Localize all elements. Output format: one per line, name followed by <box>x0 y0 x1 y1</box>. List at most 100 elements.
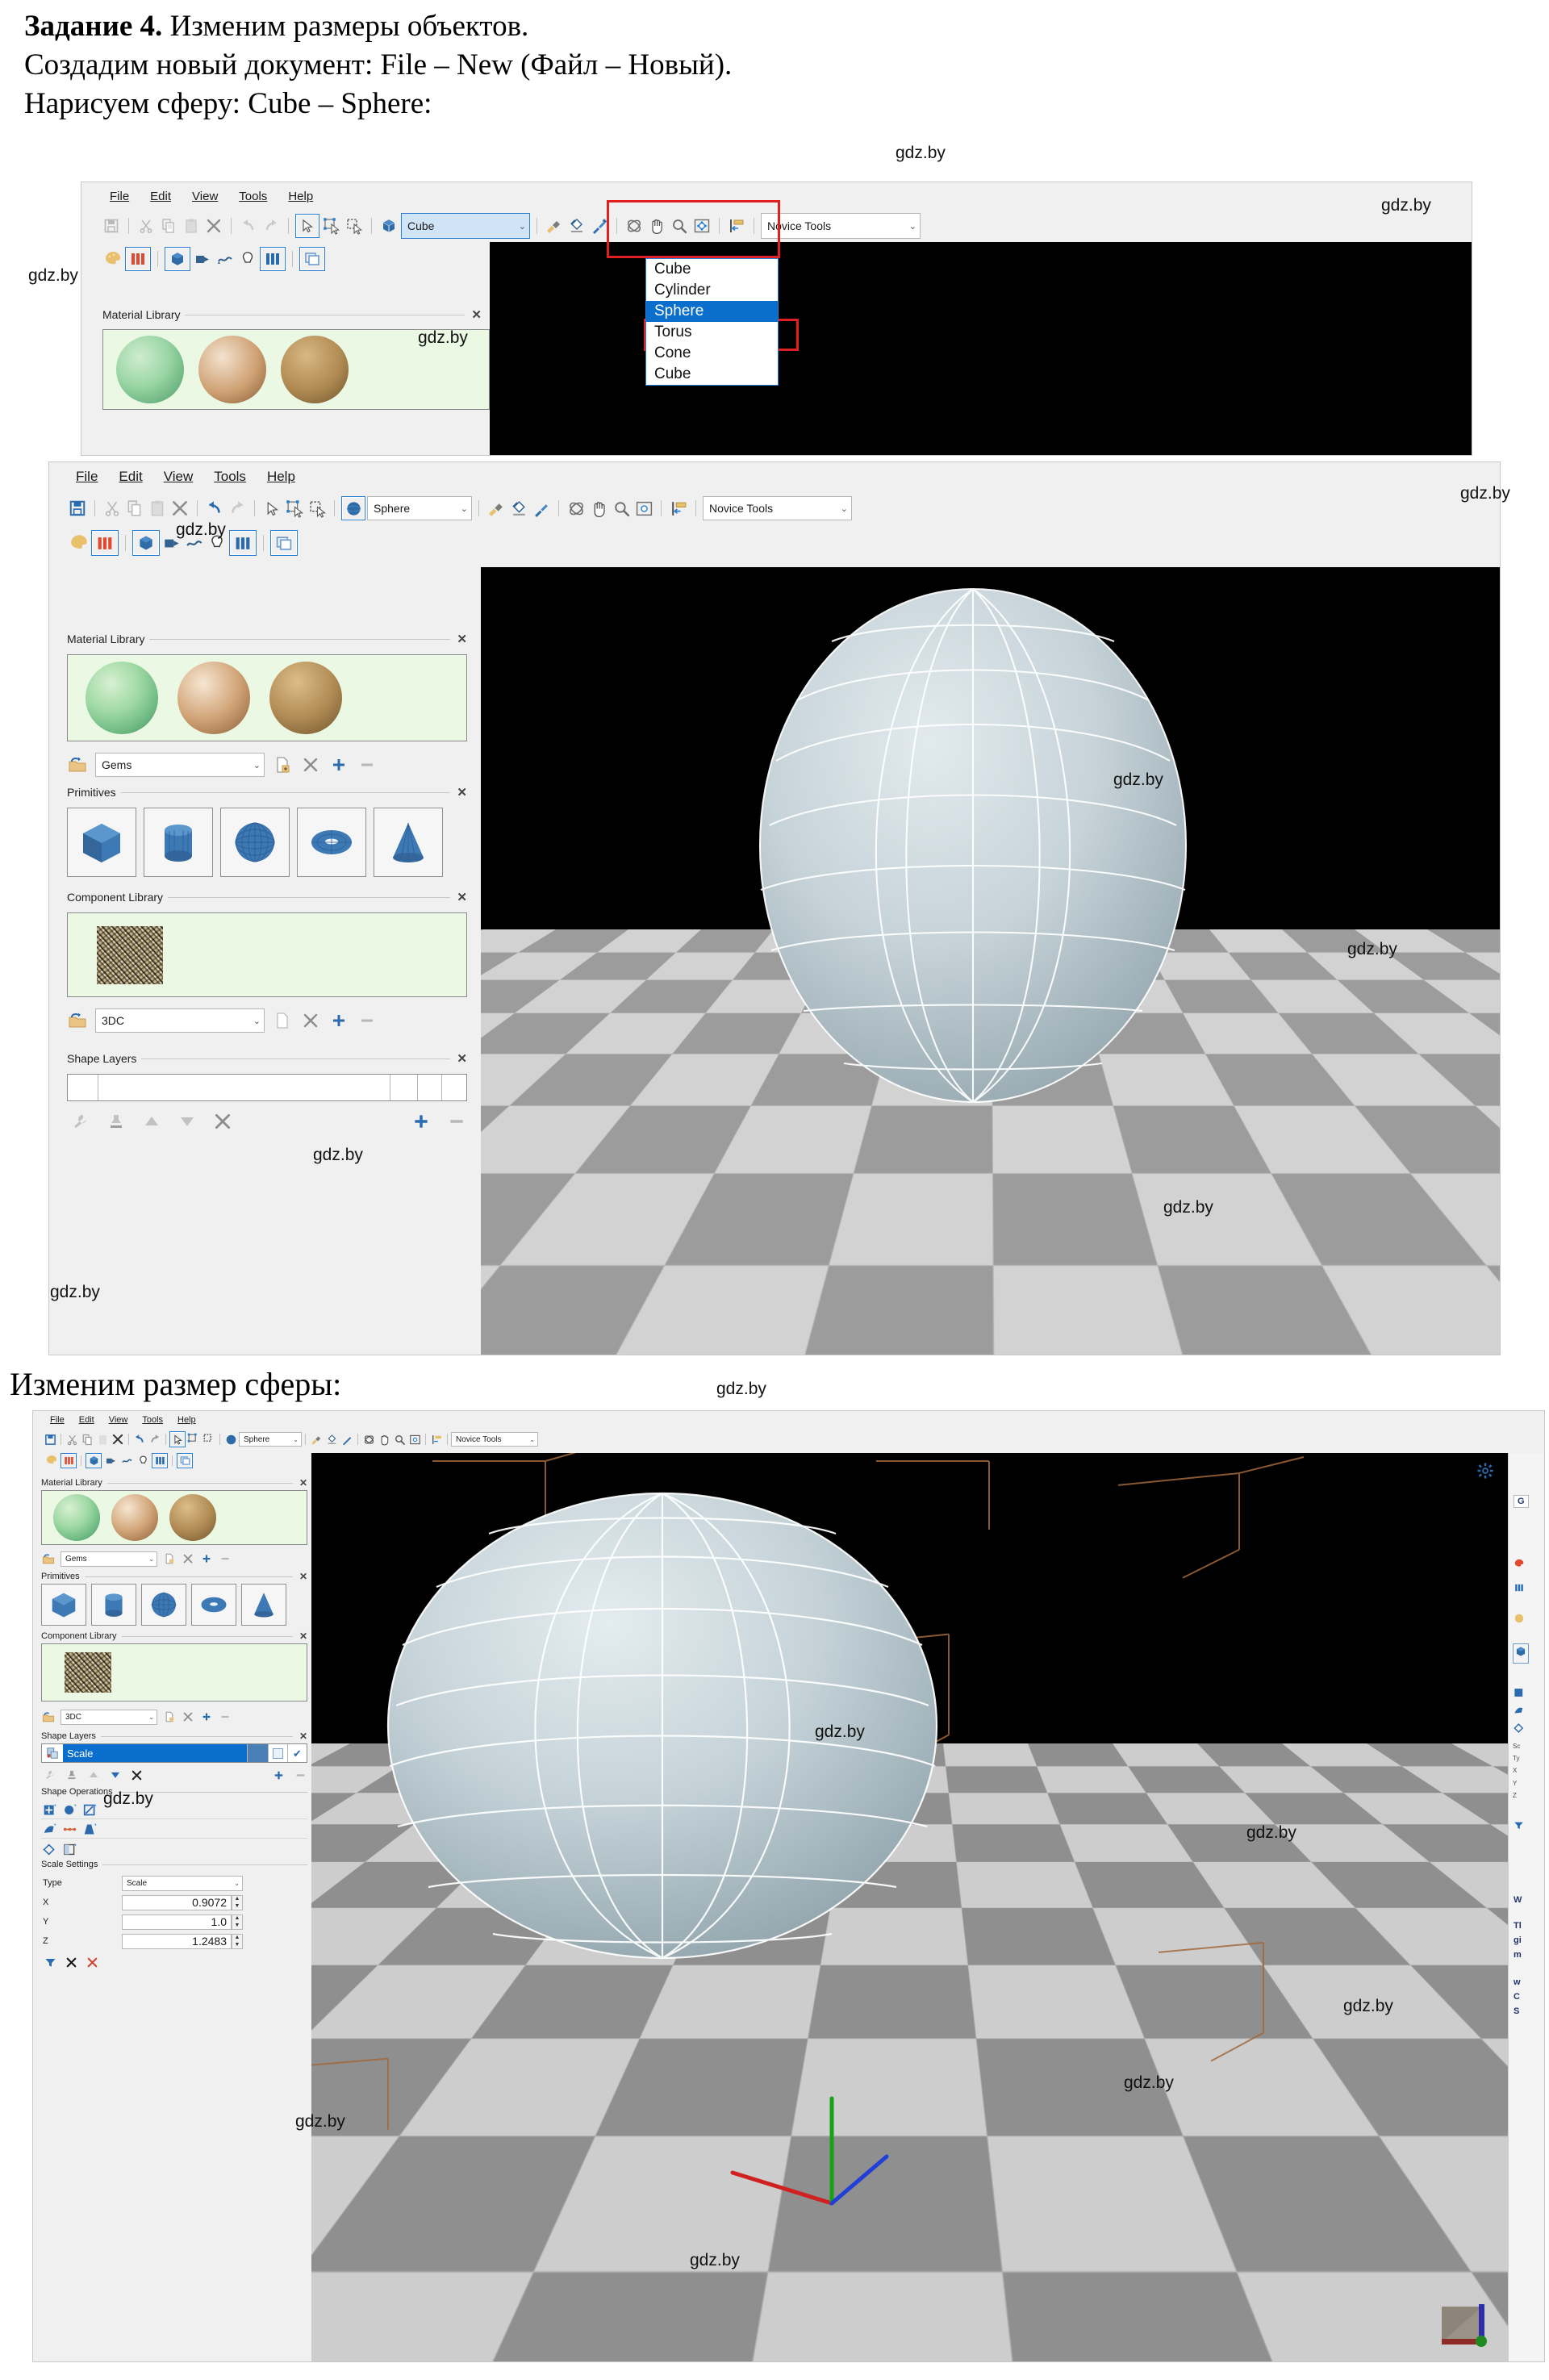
remove-material-icon[interactable] <box>218 1552 232 1566</box>
remove-layer-icon[interactable] <box>294 1768 307 1782</box>
add-material-icon[interactable] <box>199 1552 213 1566</box>
light-bulb-icon[interactable] <box>237 248 258 269</box>
component-library-icon[interactable] <box>192 248 213 269</box>
component-set-combo[interactable]: 3DC ⌄ <box>95 1008 265 1033</box>
delete-layer-icon[interactable] <box>212 1111 233 1132</box>
viewport-orientation-cube[interactable] <box>1434 2300 1495 2352</box>
delete-layer-icon[interactable] <box>130 1768 144 1782</box>
new-component-icon[interactable] <box>272 1010 293 1031</box>
paste-icon[interactable] <box>181 215 202 236</box>
op-spline-icon[interactable] <box>61 1822 77 1838</box>
op-mirror-icon[interactable] <box>41 1841 57 1857</box>
close-icon[interactable]: ✕ <box>457 632 467 646</box>
op-translate-icon[interactable] <box>41 1802 57 1818</box>
apply-filter-icon[interactable] <box>43 1955 57 1969</box>
component-library-icon[interactable] <box>103 1453 118 1468</box>
dock-icon-shape-ops[interactable] <box>1514 1687 1525 1702</box>
zoom-magnifier-icon[interactable] <box>392 1432 407 1447</box>
library-books-icon[interactable] <box>229 530 257 556</box>
fit-view-icon[interactable] <box>633 498 654 519</box>
folder-refresh-icon[interactable] <box>41 1551 56 1566</box>
scale-y-stepper[interactable]: ▲ ▼ <box>232 1914 243 1930</box>
op-scale-icon[interactable] <box>81 1802 98 1818</box>
cut-icon[interactable] <box>102 498 123 519</box>
folder-refresh-icon[interactable] <box>67 1010 88 1031</box>
palette-icon[interactable] <box>44 1453 59 1468</box>
delete-icon[interactable] <box>169 498 190 519</box>
remove-layer-icon[interactable] <box>446 1111 467 1132</box>
material-swatch-sand-brown[interactable] <box>281 336 349 403</box>
toolset-combo[interactable]: Novice Tools ⌄ <box>703 496 852 520</box>
shape-layers-icon[interactable] <box>119 1453 134 1468</box>
shape-layers-list-w2[interactable] <box>67 1074 467 1101</box>
scale-x-stepper[interactable]: ▲ ▼ <box>232 1894 243 1910</box>
close-icon[interactable]: ✕ <box>299 1477 307 1489</box>
pan-hand-icon[interactable] <box>588 498 609 519</box>
wrench-icon[interactable] <box>70 1111 91 1132</box>
delete-component-icon[interactable] <box>181 1710 194 1724</box>
delete-operation-icon[interactable] <box>85 1955 99 1969</box>
save-icon[interactable] <box>101 215 122 236</box>
scale-type-combo[interactable]: Scale ⌄ <box>122 1875 243 1891</box>
select-marquee-icon[interactable] <box>344 215 365 236</box>
primitive-type-combo[interactable]: Sphere ⌄ <box>239 1432 302 1447</box>
primitive-cone-button[interactable] <box>241 1584 286 1626</box>
menu-view[interactable]: View <box>153 467 204 486</box>
save-icon[interactable] <box>67 498 88 519</box>
paint-brush-icon[interactable] <box>486 498 507 519</box>
op-taper-icon[interactable] <box>81 1822 98 1838</box>
material-library-swatches-w2[interactable] <box>67 654 467 741</box>
zoom-magnifier-icon[interactable] <box>611 498 632 519</box>
remove-component-icon[interactable] <box>218 1710 232 1724</box>
stepper-down-icon[interactable]: ▼ <box>232 1922 242 1929</box>
viewport-settings-gear-icon[interactable] <box>1477 1463 1493 1483</box>
dropdown-item-sphere[interactable]: Sphere <box>646 301 778 322</box>
paint-brush-icon[interactable] <box>309 1432 324 1447</box>
menu-view[interactable]: View <box>102 1414 136 1426</box>
close-icon[interactable]: ✕ <box>471 307 482 322</box>
dropdown-item-torus[interactable]: Torus <box>646 322 778 343</box>
add-material-icon[interactable] <box>328 754 349 775</box>
shape-layer-enabled-checkbox[interactable]: ✔ <box>287 1744 307 1762</box>
dropdown-item-cone[interactable]: Cone <box>646 343 778 364</box>
window-1-viewport[interactable] <box>490 242 1472 455</box>
remove-material-icon[interactable] <box>357 754 378 775</box>
sphere-primitive-icon[interactable] <box>223 1432 238 1447</box>
scale-z-input[interactable]: 1.2483 <box>122 1933 232 1949</box>
sphere-primitive-icon[interactable] <box>341 496 365 520</box>
save-icon[interactable] <box>43 1432 57 1447</box>
op-rotate-icon[interactable] <box>61 1802 77 1818</box>
delete-icon[interactable] <box>203 215 224 236</box>
primitive-torus-button[interactable] <box>297 808 366 877</box>
select-arrow-icon[interactable] <box>295 214 319 238</box>
op-bend-icon[interactable] <box>41 1822 57 1838</box>
shape-layer-item-scale[interactable]: Scale <box>63 1744 247 1762</box>
shape-layers-icon[interactable] <box>215 248 236 269</box>
dropdown-item-cube-1[interactable]: Cube <box>646 259 778 280</box>
material-set-combo[interactable]: Gems ⌄ <box>61 1551 157 1567</box>
library-books-icon[interactable] <box>260 247 286 271</box>
primitive-sphere-button[interactable] <box>220 808 290 877</box>
redo-icon[interactable] <box>227 498 248 519</box>
shape-layers-icon[interactable] <box>184 532 205 553</box>
component-library-icon[interactable] <box>161 532 182 553</box>
select-transform-icon[interactable] <box>284 498 305 519</box>
material-library-swatches-w1[interactable] <box>102 329 490 410</box>
paint-bucket-icon[interactable] <box>566 215 587 236</box>
material-library-toggle-icon[interactable] <box>61 1452 77 1468</box>
component-library-swatches-w3[interactable] <box>41 1643 307 1701</box>
menu-tools[interactable]: Tools <box>135 1414 170 1426</box>
close-icon[interactable]: ✕ <box>457 890 467 904</box>
component-library-swatches-w2[interactable] <box>67 912 467 997</box>
redo-icon[interactable] <box>148 1432 162 1447</box>
select-transform-icon[interactable] <box>321 215 342 236</box>
select-arrow-icon[interactable] <box>169 1431 186 1447</box>
close-icon[interactable]: ✕ <box>457 1051 467 1066</box>
folder-refresh-icon[interactable] <box>67 754 88 775</box>
new-file-icon[interactable] <box>162 1552 176 1566</box>
cut-icon[interactable] <box>65 1432 79 1447</box>
toolset-combo[interactable]: Novice Tools ⌄ <box>761 213 921 239</box>
pan-hand-icon[interactable] <box>377 1432 391 1447</box>
material-library-swatches-w3[interactable] <box>41 1490 307 1545</box>
stamp-icon[interactable] <box>106 1111 127 1132</box>
